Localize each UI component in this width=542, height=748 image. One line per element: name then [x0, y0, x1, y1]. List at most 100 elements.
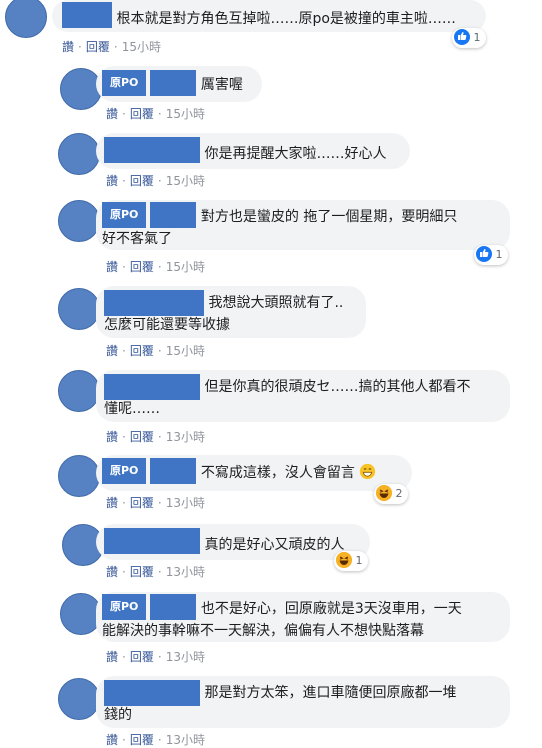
- reaction-badge[interactable]: 2: [374, 484, 408, 504]
- reaction-badge[interactable]: 1: [452, 28, 486, 48]
- reaction-badge[interactable]: 1: [474, 245, 508, 265]
- comment-actions: 讚 · 回覆 · 13小時: [106, 430, 205, 444]
- comment-actions: 讚 · 回覆 · 15小時: [106, 174, 205, 188]
- avatar[interactable]: [58, 678, 100, 720]
- avatar[interactable]: [58, 455, 100, 497]
- commenter-name-redacted[interactable]: [104, 680, 200, 706]
- timestamp[interactable]: 13小時: [166, 733, 205, 747]
- commenter-name-redacted[interactable]: [150, 202, 197, 228]
- comment-bubble: 我想說大頭照就有了.. 怎麼可能還要等收據: [96, 286, 366, 338]
- comment-actions: 讚 · 回覆 · 13小時: [106, 650, 205, 664]
- haha-icon: [336, 552, 352, 568]
- like-link[interactable]: 讚: [106, 260, 118, 274]
- comment-text-line1: 我想說大頭照就有了..: [208, 295, 344, 311]
- reply-link[interactable]: 回覆: [130, 107, 154, 121]
- timestamp[interactable]: 13小時: [166, 430, 205, 444]
- like-link[interactable]: 讚: [106, 344, 118, 358]
- reply-link[interactable]: 回覆: [130, 565, 154, 579]
- comment-text: 根本就是對方角色互掉啦……原po是被撞的車主啦……: [116, 11, 456, 27]
- avatar[interactable]: [58, 133, 100, 175]
- comment-text-line2: 能解決的事幹嘛不一天解決，偏偏有人不想快點落幕: [102, 623, 424, 639]
- like-link[interactable]: 讚: [106, 174, 118, 188]
- comment-text-line1: 那是對方太笨，進口車隨便回原廠都一堆: [204, 685, 457, 701]
- commenter-name-redacted[interactable]: [104, 374, 200, 400]
- like-link[interactable]: 讚: [106, 430, 118, 444]
- comment-text: 真的是好心又頑皮的人: [204, 537, 345, 553]
- comment-text: 你是再提醒大家啦……好心人: [204, 146, 387, 162]
- comment-bubble: 那是對方太笨，進口車隨便回原廠都一堆 錢的: [96, 676, 510, 728]
- like-link[interactable]: 讚: [62, 40, 74, 54]
- op-badge: 原PO: [102, 70, 147, 96]
- comment-actions: 讚 · 回覆 · 15小時: [62, 40, 161, 54]
- like-link[interactable]: 讚: [106, 496, 118, 510]
- comment-bubble: 根本就是對方角色互掉啦……原po是被撞的車主啦……: [52, 0, 486, 32]
- comment-text-line2: 懂呢……: [104, 401, 160, 417]
- comment-actions: 讚 · 回覆 · 15小時: [106, 344, 205, 358]
- commenter-name-redacted[interactable]: [150, 594, 197, 620]
- reaction-count: 2: [395, 487, 403, 500]
- timestamp[interactable]: 15小時: [166, 107, 205, 121]
- like-link[interactable]: 讚: [106, 650, 118, 664]
- commenter-name-redacted[interactable]: [104, 137, 200, 163]
- avatar[interactable]: [60, 68, 102, 110]
- avatar[interactable]: [5, 0, 47, 38]
- comment-bubble: 你是再提醒大家啦……好心人: [96, 133, 410, 169]
- commenter-name-redacted[interactable]: [104, 528, 200, 554]
- like-icon: [476, 246, 492, 262]
- reply-link[interactable]: 回覆: [130, 260, 154, 274]
- avatar[interactable]: [58, 370, 100, 412]
- comment-actions: 讚 · 回覆 · 13小時: [106, 733, 205, 747]
- comment-text-line1: 也不是好心，回原廠就是3天沒車用，一天: [200, 601, 462, 617]
- commenter-name-redacted[interactable]: [104, 290, 204, 316]
- reaction-badge[interactable]: 1: [334, 551, 368, 571]
- comment-text-line2: 怎麼可能還要等收據: [104, 317, 230, 333]
- comment-text: 厲害喔: [200, 77, 243, 93]
- grin-emoji-icon: [360, 463, 376, 479]
- comment-text-line1: 但是你真的很頑皮セ……搞的其他人都看不: [204, 379, 471, 395]
- comment-actions: 讚 · 回覆 · 13小時: [106, 565, 205, 579]
- comment-actions: 讚 · 回覆 · 15小時: [106, 107, 205, 121]
- comment-actions: 讚 · 回覆 · 13小時: [106, 496, 205, 510]
- reply-link[interactable]: 回覆: [130, 430, 154, 444]
- reaction-count: 1: [473, 31, 481, 44]
- comment-text-line2: 好不客氣了: [102, 231, 172, 247]
- timestamp[interactable]: 15小時: [166, 260, 205, 274]
- comment-text-line2: 錢的: [104, 707, 132, 723]
- like-link[interactable]: 讚: [106, 565, 118, 579]
- comment-actions: 讚 · 回覆 · 15小時: [106, 260, 205, 274]
- reply-link[interactable]: 回覆: [130, 344, 154, 358]
- like-icon: [454, 29, 470, 45]
- timestamp[interactable]: 15小時: [122, 40, 161, 54]
- reply-link[interactable]: 回覆: [130, 650, 154, 664]
- avatar[interactable]: [58, 288, 100, 330]
- reply-link[interactable]: 回覆: [86, 40, 110, 54]
- reply-link[interactable]: 回覆: [130, 174, 154, 188]
- commenter-name-redacted[interactable]: [150, 70, 197, 96]
- reaction-count: 1: [355, 554, 363, 567]
- comment-bubble: 原PO 不寫成這樣，沒人會留言: [96, 455, 412, 491]
- comment-bubble: 原PO 對方也是蠻皮的 拖了一個星期，要明細只 好不客氣了: [96, 200, 510, 250]
- op-badge: 原PO: [102, 202, 147, 228]
- commenter-name-redacted[interactable]: [150, 458, 197, 484]
- comment-bubble: 原PO 厲害喔: [96, 66, 262, 102]
- op-badge: 原PO: [102, 458, 147, 484]
- timestamp[interactable]: 15小時: [166, 174, 205, 188]
- reaction-count: 1: [495, 248, 503, 261]
- timestamp[interactable]: 15小時: [166, 344, 205, 358]
- comment-text-line1: 對方也是蠻皮的 拖了一個星期，要明細只: [200, 209, 458, 225]
- commenter-name-redacted[interactable]: [62, 2, 112, 28]
- reply-link[interactable]: 回覆: [130, 496, 154, 510]
- avatar[interactable]: [58, 200, 100, 242]
- haha-icon: [376, 485, 392, 501]
- comment-text: 不寫成這樣，沒人會留言: [200, 465, 355, 481]
- comment-bubble: 但是你真的很頑皮セ……搞的其他人都看不 懂呢……: [96, 370, 510, 422]
- like-link[interactable]: 讚: [106, 733, 118, 747]
- reply-link[interactable]: 回覆: [130, 733, 154, 747]
- timestamp[interactable]: 13小時: [166, 650, 205, 664]
- timestamp[interactable]: 13小時: [166, 496, 205, 510]
- timestamp[interactable]: 13小時: [166, 565, 205, 579]
- comment-bubble: 真的是好心又頑皮的人: [96, 524, 370, 560]
- like-link[interactable]: 讚: [106, 107, 118, 121]
- op-badge: 原PO: [102, 594, 147, 620]
- comment-bubble: 原PO 也不是好心，回原廠就是3天沒車用，一天 能解決的事幹嘛不一天解決，偏偏有…: [96, 592, 510, 642]
